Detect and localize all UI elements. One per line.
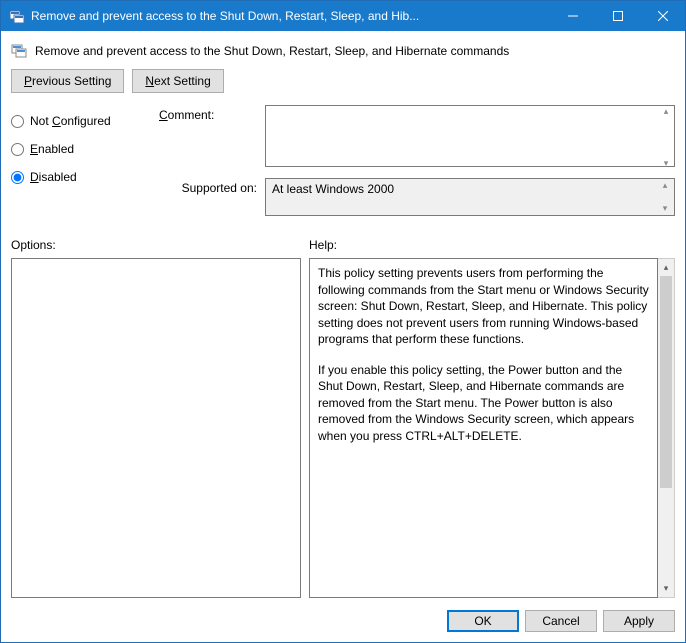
pane-labels: Options: Help: [11,238,675,252]
minimize-button[interactable] [550,1,595,31]
radio-disabled-label: Disabled [30,170,77,184]
state-radios: Not Configured Enabled Disabled [11,105,159,191]
panes: This policy setting prevents users from … [11,258,675,598]
dialog-footer: OK Cancel Apply [1,602,685,642]
close-button[interactable] [640,1,685,31]
window-controls [550,1,685,31]
help-paragraph-1: This policy setting prevents users from … [318,265,649,348]
next-setting-button[interactable]: Next Setting [132,69,223,93]
cancel-button[interactable]: Cancel [525,610,597,632]
heading-row: Remove and prevent access to the Shut Do… [11,43,675,59]
scroll-up-icon[interactable]: ▴ [658,259,674,276]
radio-enabled-label: Enabled [30,142,74,156]
ok-button[interactable]: OK [447,610,519,632]
radio-disabled-input[interactable] [11,171,24,184]
radio-enabled[interactable]: Enabled [11,135,159,163]
options-label: Options: [11,238,309,252]
scrollbar-thumb[interactable] [660,276,672,488]
radio-enabled-input[interactable] [11,143,24,156]
window-title: Remove and prevent access to the Shut Do… [31,9,550,23]
options-pane [11,258,301,598]
scroll-down-icon[interactable]: ▾ [658,580,674,597]
supported-on-box: At least Windows 2000 ▴▾ [265,178,675,216]
config-row: Not Configured Enabled Disabled Comment:… [11,105,675,224]
radio-not-configured-label: Not Configured [30,114,111,128]
maximize-button[interactable] [595,1,640,31]
comment-textarea[interactable] [265,105,675,167]
comment-row: Comment: ▴▾ [159,105,675,170]
supported-on-value: At least Windows 2000 [272,182,394,196]
policy-title: Remove and prevent access to the Shut Do… [35,44,509,58]
radio-not-configured[interactable]: Not Configured [11,107,159,135]
help-pane-wrap: This policy setting prevents users from … [309,258,675,598]
content-area: Remove and prevent access to the Shut Do… [1,31,685,602]
radio-not-configured-input[interactable] [11,115,24,128]
supported-label: Supported on: [159,178,265,195]
gpo-icon [9,8,25,24]
comment-label: Comment: [159,105,265,122]
titlebar: Remove and prevent access to the Shut Do… [1,1,685,31]
radio-disabled[interactable]: Disabled [11,163,159,191]
supported-row: Supported on: At least Windows 2000 ▴▾ [159,178,675,216]
help-scrollbar[interactable]: ▴ ▾ [658,258,675,598]
nav-row: Previous Setting Next Setting [11,69,675,93]
scrollbar-track[interactable] [658,488,674,580]
apply-button[interactable]: Apply [603,610,675,632]
supported-scroll-icon: ▴▾ [658,181,672,213]
help-paragraph-2: If you enable this policy setting, the P… [318,362,649,445]
help-pane: This policy setting prevents users from … [309,258,658,598]
policy-icon [11,43,27,59]
help-label: Help: [309,238,675,252]
right-fields: Comment: ▴▾ Supported on: At least Windo… [159,105,675,224]
previous-setting-button[interactable]: Previous Setting [11,69,124,93]
